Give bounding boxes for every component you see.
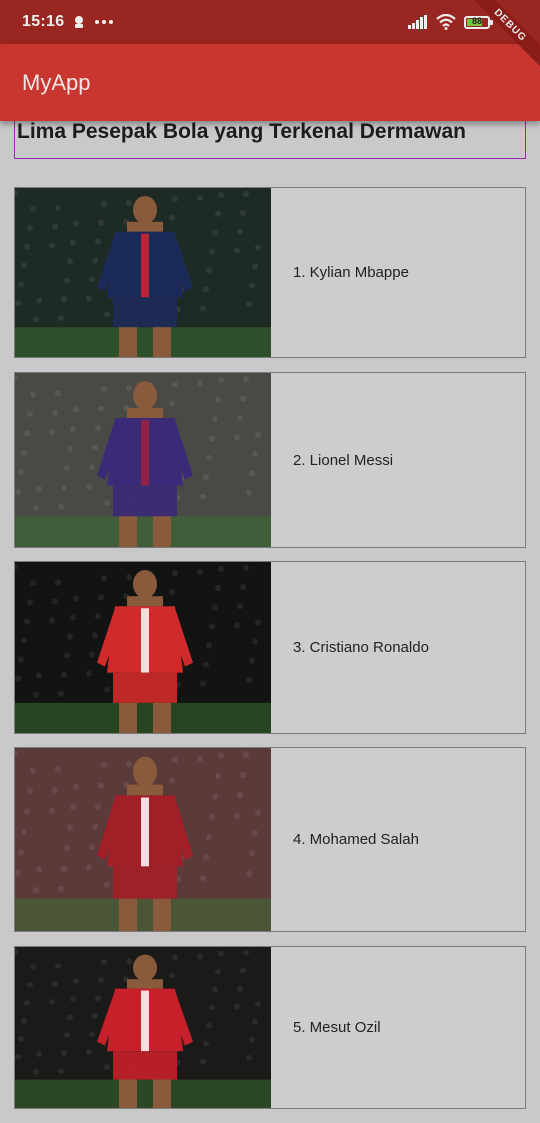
battery-level: 88 xyxy=(471,15,482,26)
status-right-icons: 88 xyxy=(408,14,493,30)
person-icon xyxy=(75,16,84,28)
player-name-5: 5. Mesut Ozil xyxy=(293,1019,381,1036)
app-title: MyApp xyxy=(22,69,91,95)
player-photo-4 xyxy=(15,748,271,931)
player-photo-drawing xyxy=(15,562,271,733)
player-name-1: 1. Kylian Mbappe xyxy=(293,264,409,281)
player-name-4: 4. Mohamed Salah xyxy=(293,831,419,848)
player-photo-drawing xyxy=(15,188,271,357)
page-title: Lima Pesepak Bola yang Terkenal Dermawan xyxy=(17,120,466,143)
status-time: 15:16 xyxy=(22,13,65,30)
player-card-2[interactable]: 2. Lionel Messi xyxy=(14,372,526,548)
battery-icon: 88 xyxy=(464,15,493,29)
status-bar: 15:16 88 xyxy=(0,0,540,44)
player-name-3: 3. Cristiano Ronaldo xyxy=(293,639,429,656)
signal-icon xyxy=(408,15,427,29)
player-photo-2 xyxy=(15,373,271,547)
player-card-1[interactable]: 1. Kylian Mbappe xyxy=(14,187,526,358)
more-dots-icon xyxy=(95,20,114,24)
app-bar: MyApp xyxy=(0,44,540,121)
wifi-icon xyxy=(436,14,456,30)
player-photo-1 xyxy=(15,188,271,357)
player-card-4[interactable]: 4. Mohamed Salah xyxy=(14,747,526,932)
player-photo-drawing xyxy=(15,947,271,1108)
player-photo-drawing xyxy=(15,373,271,547)
player-photo-drawing xyxy=(15,748,271,931)
player-photo-5 xyxy=(15,947,271,1108)
player-photo-3 xyxy=(15,562,271,733)
status-left-icons xyxy=(72,15,114,29)
player-name-2: 2. Lionel Messi xyxy=(293,451,394,469)
player-card-5[interactable]: 5. Mesut Ozil xyxy=(14,946,526,1109)
player-card-3[interactable]: 3. Cristiano Ronaldo xyxy=(14,561,526,734)
